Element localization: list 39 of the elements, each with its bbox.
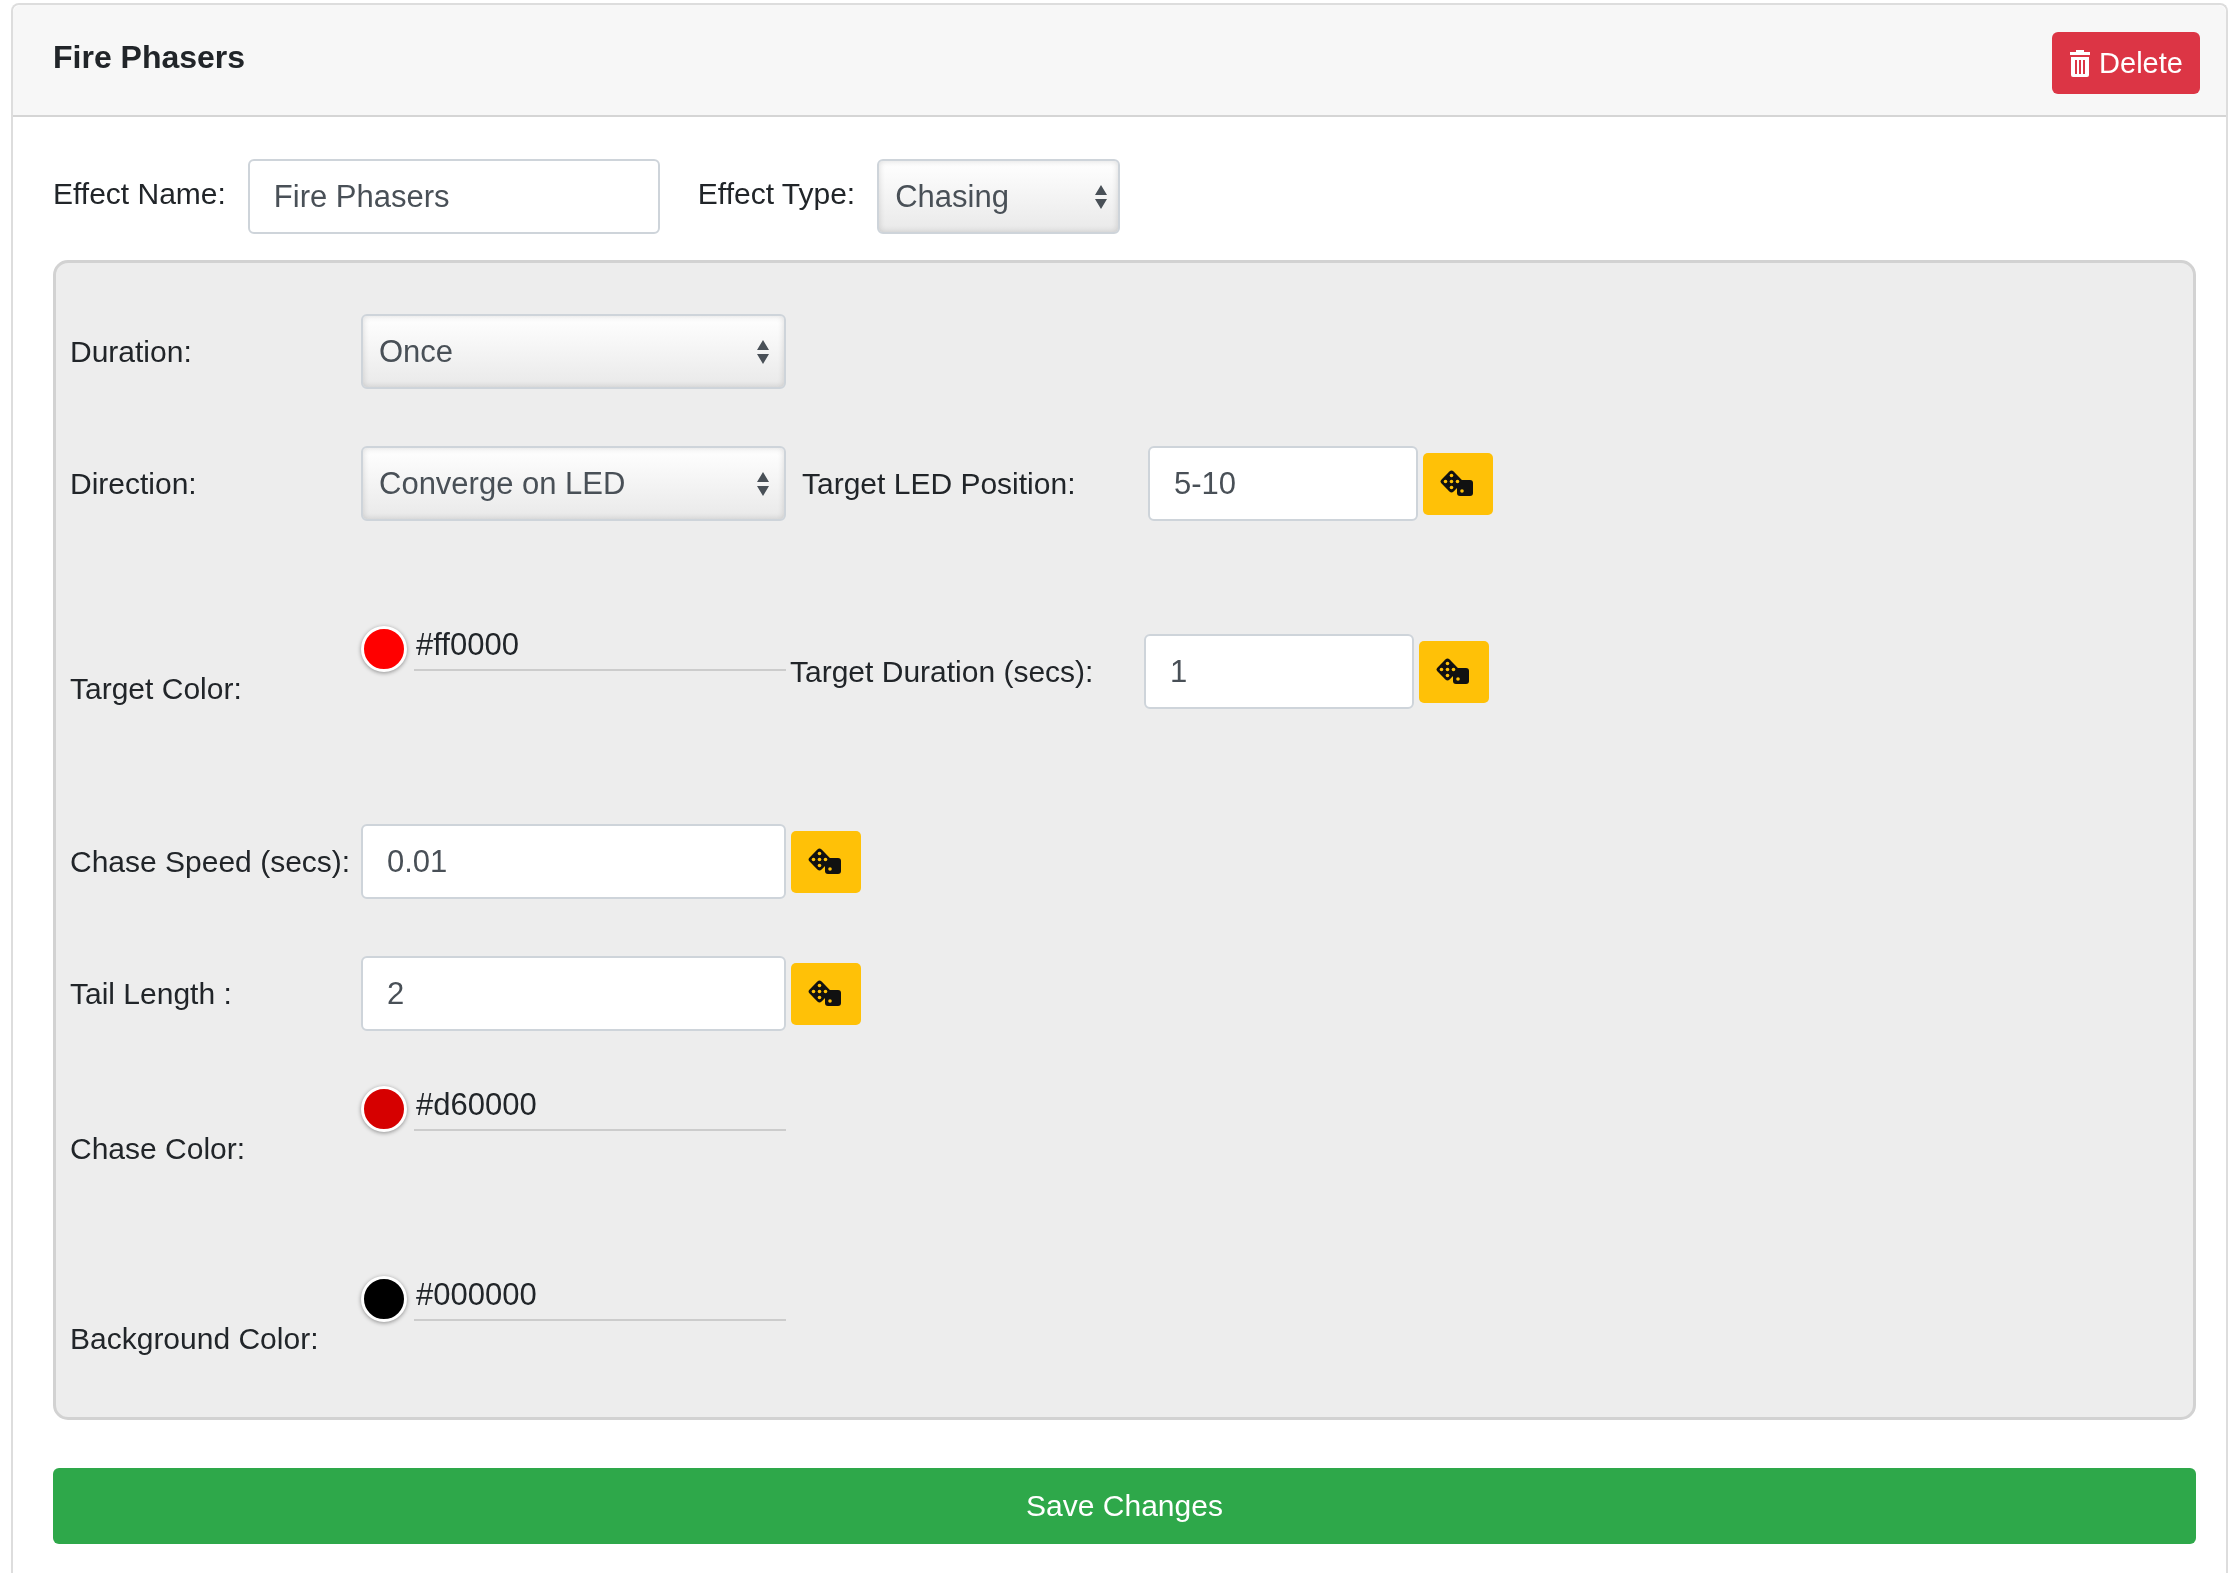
randomize-button[interactable] — [791, 962, 861, 1025]
select-arrows-icon — [756, 338, 770, 365]
color-value-field[interactable]: #ff0000 — [414, 621, 786, 671]
dice-icon — [808, 847, 844, 876]
randomize-button[interactable] — [791, 830, 861, 893]
input-field[interactable]: 1 — [1144, 634, 1414, 709]
field-label: Effect Name: — [53, 176, 226, 211]
field-label: Chase Speed (secs): — [70, 844, 351, 878]
field-label: Tail Length : — [70, 976, 232, 1010]
input-field[interactable]: 5-10 — [1148, 446, 1418, 521]
field-label: Effect Type: — [697, 176, 856, 211]
delete-button[interactable]: Delete — [2052, 32, 2200, 94]
color-swatch[interactable] — [361, 626, 407, 672]
randomize-button[interactable] — [1419, 640, 1489, 703]
select-dropdown[interactable]: Converge on LED — [361, 446, 786, 521]
trash-icon — [2069, 49, 2092, 77]
color-swatch[interactable] — [361, 1086, 407, 1132]
field-label: Target Duration (secs): — [790, 654, 1095, 689]
input-field[interactable]: 0.01 — [361, 824, 786, 899]
card-title: Fire Phasers — [53, 39, 246, 76]
dice-icon — [1436, 657, 1472, 686]
input-field[interactable]: 2 — [361, 956, 786, 1031]
select-arrows-icon — [1094, 183, 1109, 210]
select-arrows-icon — [756, 470, 770, 497]
color-value-field[interactable]: #d60000 — [414, 1081, 786, 1131]
dice-icon — [1440, 469, 1476, 498]
input-field[interactable]: Fire Phasers — [247, 159, 660, 234]
color-value-field[interactable]: #000000 — [414, 1271, 786, 1321]
select-dropdown[interactable]: Once — [361, 314, 786, 389]
field-label: Direction: — [70, 466, 197, 500]
field-label: Background Color: — [70, 1322, 319, 1355]
color-swatch[interactable] — [361, 1276, 407, 1322]
dice-icon — [808, 979, 844, 1008]
select-dropdown[interactable]: Chasing — [877, 159, 1121, 234]
field-label: Chase Color: — [70, 1132, 246, 1165]
field-label: Target Color: — [70, 672, 242, 705]
randomize-button[interactable] — [1423, 452, 1493, 515]
field-label: Duration: — [70, 334, 192, 368]
field-label: Target LED Position: — [802, 466, 1077, 501]
